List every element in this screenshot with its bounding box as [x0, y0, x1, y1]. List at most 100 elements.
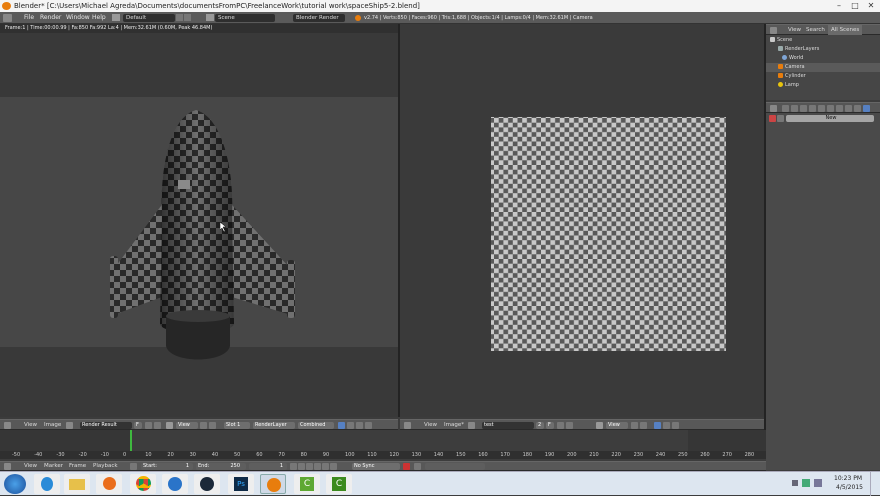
chrome-taskbar-icon[interactable]: [130, 474, 156, 494]
image-browse-icon[interactable]: [66, 422, 73, 429]
menu-file[interactable]: File: [24, 12, 34, 24]
ie-taskbar-icon[interactable]: [34, 474, 60, 494]
texture-tab-icon[interactable]: [863, 105, 870, 112]
jump-start-icon[interactable]: [290, 463, 297, 470]
left-menu-view[interactable]: View: [24, 420, 37, 430]
brush-icon[interactable]: [777, 115, 784, 122]
scene-selector[interactable]: Scene: [215, 14, 275, 22]
sync-mode-selector[interactable]: No Sync: [352, 463, 400, 470]
image-unlink-icon-2[interactable]: [557, 422, 564, 429]
scene-icon[interactable]: [206, 14, 214, 21]
show-desktop-button[interactable]: [870, 472, 880, 496]
alpha-icon[interactable]: [347, 422, 354, 429]
keying-set-field[interactable]: [425, 463, 485, 470]
render-tab-icon[interactable]: [782, 105, 789, 112]
media-taskbar-icon[interactable]: [96, 474, 122, 494]
view-icon[interactable]: [166, 422, 173, 429]
outliner-item-camera[interactable]: Camera: [766, 63, 880, 72]
photoshop-taskbar-icon[interactable]: Ps: [228, 474, 254, 494]
preview-range-icon[interactable]: [130, 463, 137, 470]
jump-end-icon[interactable]: [330, 463, 337, 470]
timeline-menu-playback[interactable]: Playback: [93, 461, 118, 471]
image-pin-icon-2[interactable]: [566, 422, 573, 429]
play-reverse-icon[interactable]: [306, 463, 313, 470]
pass-selector[interactable]: Combined: [298, 422, 334, 429]
start-frame-field[interactable]: Start: 1: [141, 463, 193, 470]
display-channels-icon-2[interactable]: [654, 422, 661, 429]
image-unlink-icon[interactable]: [145, 422, 152, 429]
camtasia-recorder-taskbar-icon[interactable]: C: [326, 474, 352, 494]
editor-type-icon[interactable]: [3, 14, 12, 22]
image-name-field[interactable]: test: [482, 422, 534, 429]
scene-tab-icon[interactable]: [800, 105, 807, 112]
snap-icon-2[interactable]: [640, 422, 647, 429]
world-tab-icon[interactable]: [809, 105, 816, 112]
timeline-editor[interactable]: -50 -40 -30 -20 -10 0 10 20 30 40 50 60 70 80 90 100 110…: [0, 430, 766, 461]
timeline-menu-frame[interactable]: Frame: [69, 461, 86, 471]
menu-render[interactable]: Render: [40, 12, 61, 24]
right-menu-view[interactable]: View: [424, 420, 437, 430]
layout-add-icon[interactable]: [176, 14, 183, 21]
view-icon-2[interactable]: [596, 422, 603, 429]
renderlayer-selector[interactable]: RenderLayer: [253, 422, 295, 429]
outliner-item-scene[interactable]: Scene: [766, 36, 880, 45]
timeline-ruler[interactable]: -50 -40 -30 -20 -10 0 10 20 30 40 50 60 70 80 90 100 110…: [0, 451, 766, 459]
data-tab-icon[interactable]: [845, 105, 852, 112]
paint-icon[interactable]: [365, 422, 372, 429]
timeline-current-frame-line[interactable]: [130, 430, 132, 451]
layout-remove-icon[interactable]: [184, 14, 191, 21]
menu-window[interactable]: Window: [66, 12, 90, 24]
uv-editor-icon[interactable]: [404, 422, 411, 429]
pivot-icon-2[interactable]: [631, 422, 638, 429]
render-result-selector[interactable]: Render Result: [80, 422, 132, 429]
image-browse-icon-2[interactable]: [468, 422, 475, 429]
outliner-tab-view[interactable]: View: [788, 25, 801, 35]
jump-next-key-icon[interactable]: [322, 463, 329, 470]
volume-icon[interactable]: [814, 479, 822, 487]
end-frame-field[interactable]: End: 250: [196, 463, 246, 470]
object-tab-icon[interactable]: [818, 105, 825, 112]
minimize-button[interactable]: –: [832, 0, 846, 12]
alpha-icon-2[interactable]: [663, 422, 670, 429]
right-menu-image[interactable]: Image*: [444, 420, 464, 430]
jump-prev-key-icon[interactable]: [298, 463, 305, 470]
pivot-icon[interactable]: [200, 422, 207, 429]
tray-arrow-icon[interactable]: [792, 480, 798, 486]
explorer-taskbar-icon[interactable]: [64, 474, 90, 494]
right-view-selector[interactable]: View: [606, 422, 628, 429]
material-tab-icon[interactable]: [854, 105, 861, 112]
record-icon[interactable]: [403, 463, 410, 470]
z-buffer-icon[interactable]: [356, 422, 363, 429]
render-result-viewport[interactable]: Frame:1 | Time:00:00.99 | Fa:850 Fa:992 …: [0, 24, 398, 417]
modifiers-tab-icon[interactable]: [836, 105, 843, 112]
fake-user-toggle-2[interactable]: F: [546, 422, 554, 429]
new-texture-button[interactable]: New: [786, 115, 874, 122]
menu-help[interactable]: Help: [92, 12, 106, 24]
thunderbird-taskbar-icon[interactable]: [162, 474, 188, 494]
slot-selector[interactable]: Slot 1: [224, 422, 250, 429]
layout-selector[interactable]: Default: [123, 14, 175, 22]
steam-taskbar-icon[interactable]: [194, 474, 220, 494]
image-editor-icon[interactable]: [4, 422, 11, 429]
layout-icon[interactable]: [112, 14, 120, 21]
current-frame-field[interactable]: 1: [249, 463, 287, 470]
texture-type-icon[interactable]: [769, 115, 776, 122]
fake-user-toggle[interactable]: F: [134, 422, 142, 429]
camtasia-taskbar-icon[interactable]: C: [294, 474, 320, 494]
clock-time[interactable]: 10:23 PM: [834, 475, 862, 482]
outliner-item-renderlayers[interactable]: RenderLayers: [766, 45, 880, 54]
start-button[interactable]: [4, 474, 26, 494]
outliner-item-lamp[interactable]: Lamp: [766, 81, 880, 90]
display-channels-icon[interactable]: [338, 422, 345, 429]
layers-tab-icon[interactable]: [791, 105, 798, 112]
constraints-tab-icon[interactable]: [827, 105, 834, 112]
play-icon[interactable]: [314, 463, 321, 470]
outliner-item-world[interactable]: World: [766, 54, 880, 63]
blender-taskbar-icon[interactable]: [260, 474, 286, 494]
outliner-tab-all-scenes[interactable]: All Scenes: [828, 25, 863, 35]
properties-editor-icon[interactable]: [770, 105, 777, 112]
left-view-selector[interactable]: View: [176, 422, 198, 429]
maximize-button[interactable]: □: [848, 0, 862, 12]
timeline-menu-marker[interactable]: Marker: [44, 461, 63, 471]
outliner-tab-search[interactable]: Search: [806, 25, 825, 35]
